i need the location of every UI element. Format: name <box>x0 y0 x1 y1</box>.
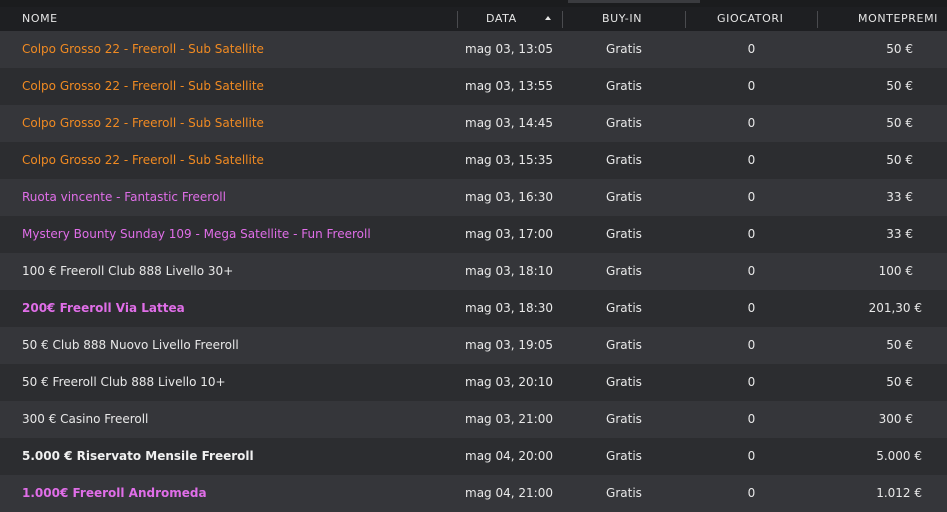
sort-ascending-icon[interactable] <box>545 16 551 20</box>
tournament-buyin: Gratis <box>606 227 642 241</box>
tournament-players: 0 <box>747 190 756 204</box>
tournament-players: 0 <box>747 42 756 56</box>
tournament-players: 0 <box>747 486 756 500</box>
tournament-name[interactable]: 1.000€ Freeroll Andromeda <box>22 475 207 512</box>
tournament-name[interactable]: Mystery Bounty Sunday 109 - Mega Satelli… <box>22 216 371 253</box>
column-separator <box>817 11 818 28</box>
tournament-name[interactable]: 100 € Freeroll Club 888 Livello 30+ <box>22 253 233 290</box>
tournament-date: mag 03, 14:45 <box>465 116 553 130</box>
tournament-buyin: Gratis <box>606 412 642 426</box>
tournament-players: 0 <box>747 116 756 130</box>
tournament-date: mag 03, 20:10 <box>465 375 553 389</box>
tournament-buyin: Gratis <box>606 449 642 463</box>
tournament-name[interactable]: Colpo Grosso 22 - Freeroll - Sub Satelli… <box>22 142 264 179</box>
column-header-players[interactable]: GIOCATORI <box>717 7 783 31</box>
tournament-players: 0 <box>747 227 756 241</box>
column-header-name[interactable]: NOME <box>22 7 58 31</box>
table-row[interactable]: 1.000€ Freeroll Andromeda mag 04, 21:00 … <box>0 475 947 512</box>
tournament-buyin: Gratis <box>606 375 642 389</box>
tournament-prize: 50 € <box>886 153 913 167</box>
tournament-date: mag 03, 21:00 <box>465 412 553 426</box>
table-row[interactable]: Ruota vincente - Fantastic Freeroll mag … <box>0 179 947 216</box>
tournament-date: mag 03, 18:10 <box>465 264 553 278</box>
tournament-players: 0 <box>747 412 756 426</box>
tournament-prize: 50 € <box>886 79 913 93</box>
table-row[interactable]: Mystery Bounty Sunday 109 - Mega Satelli… <box>0 216 947 253</box>
column-header-prize[interactable]: MONTEPREMI <box>858 7 938 31</box>
column-separator <box>562 11 563 28</box>
table-row[interactable]: Colpo Grosso 22 - Freeroll - Sub Satelli… <box>0 31 947 68</box>
tournament-name[interactable]: Colpo Grosso 22 - Freeroll - Sub Satelli… <box>22 68 264 105</box>
tournament-name[interactable]: Colpo Grosso 22 - Freeroll - Sub Satelli… <box>22 31 264 68</box>
tournament-prize: 100 € <box>878 264 913 278</box>
tournament-buyin: Gratis <box>606 153 642 167</box>
tournament-date: mag 03, 15:35 <box>465 153 553 167</box>
tournament-prize: 1.012 € <box>876 486 922 500</box>
table-row[interactable]: Colpo Grosso 22 - Freeroll - Sub Satelli… <box>0 68 947 105</box>
tournament-date: mag 04, 20:00 <box>465 449 553 463</box>
tournament-buyin: Gratis <box>606 486 642 500</box>
tournament-buyin: Gratis <box>606 190 642 204</box>
tournament-name[interactable]: 5.000 € Riservato Mensile Freeroll <box>22 438 254 475</box>
column-header-buyin[interactable]: BUY-IN <box>602 7 642 31</box>
tournament-name[interactable]: 50 € Freeroll Club 888 Livello 10+ <box>22 364 226 401</box>
tournament-players: 0 <box>747 338 756 352</box>
tournament-players: 0 <box>747 301 756 315</box>
table-row[interactable]: 50 € Freeroll Club 888 Livello 10+ mag 0… <box>0 364 947 401</box>
table-row[interactable]: 5.000 € Riservato Mensile Freeroll mag 0… <box>0 438 947 475</box>
tournament-buyin: Gratis <box>606 338 642 352</box>
tournament-prize: 300 € <box>878 412 913 426</box>
table-row[interactable]: 50 € Club 888 Nuovo Livello Freeroll mag… <box>0 327 947 364</box>
tournament-name[interactable]: 200€ Freeroll Via Lattea <box>22 290 185 327</box>
tournament-list: Colpo Grosso 22 - Freeroll - Sub Satelli… <box>0 31 947 512</box>
tournament-date: mag 03, 19:05 <box>465 338 553 352</box>
tournament-name[interactable]: Ruota vincente - Fantastic Freeroll <box>22 179 226 216</box>
tournament-prize: 33 € <box>886 190 913 204</box>
tournament-name[interactable]: 50 € Club 888 Nuovo Livello Freeroll <box>22 327 239 364</box>
table-header: NOME DATA BUY-IN GIOCATORI MONTEPREMI <box>0 7 947 31</box>
tournament-players: 0 <box>747 264 756 278</box>
tournament-buyin: Gratis <box>606 79 642 93</box>
tournament-name[interactable]: 300 € Casino Freeroll <box>22 401 148 438</box>
tournament-date: mag 03, 16:30 <box>465 190 553 204</box>
tournament-prize: 5.000 € <box>876 449 922 463</box>
tournament-date: mag 03, 17:00 <box>465 227 553 241</box>
tournament-players: 0 <box>747 375 756 389</box>
table-row[interactable]: 300 € Casino Freeroll mag 03, 21:00 Grat… <box>0 401 947 438</box>
tournament-date: mag 03, 13:55 <box>465 79 553 93</box>
tournament-buyin: Gratis <box>606 301 642 315</box>
tournament-date: mag 04, 21:00 <box>465 486 553 500</box>
column-header-date[interactable]: DATA <box>486 7 517 31</box>
scroll-indicator[interactable] <box>568 0 700 3</box>
tournament-date: mag 03, 13:05 <box>465 42 553 56</box>
tournament-prize: 50 € <box>886 42 913 56</box>
tournament-buyin: Gratis <box>606 264 642 278</box>
top-bar <box>0 0 947 7</box>
tournament-players: 0 <box>747 449 756 463</box>
tournament-prize: 50 € <box>886 375 913 389</box>
table-row[interactable]: Colpo Grosso 22 - Freeroll - Sub Satelli… <box>0 105 947 142</box>
tournament-players: 0 <box>747 153 756 167</box>
tournament-prize: 201,30 € <box>868 301 922 315</box>
tournament-players: 0 <box>747 79 756 93</box>
tournament-date: mag 03, 18:30 <box>465 301 553 315</box>
tournament-prize: 50 € <box>886 116 913 130</box>
column-separator <box>685 11 686 28</box>
tournament-prize: 50 € <box>886 338 913 352</box>
column-separator <box>457 11 458 28</box>
tournament-name[interactable]: Colpo Grosso 22 - Freeroll - Sub Satelli… <box>22 105 264 142</box>
tournament-buyin: Gratis <box>606 42 642 56</box>
tournament-buyin: Gratis <box>606 116 642 130</box>
table-row[interactable]: 200€ Freeroll Via Lattea mag 03, 18:30 G… <box>0 290 947 327</box>
tournament-prize: 33 € <box>886 227 913 241</box>
table-row[interactable]: 100 € Freeroll Club 888 Livello 30+ mag … <box>0 253 947 290</box>
table-row[interactable]: Colpo Grosso 22 - Freeroll - Sub Satelli… <box>0 142 947 179</box>
